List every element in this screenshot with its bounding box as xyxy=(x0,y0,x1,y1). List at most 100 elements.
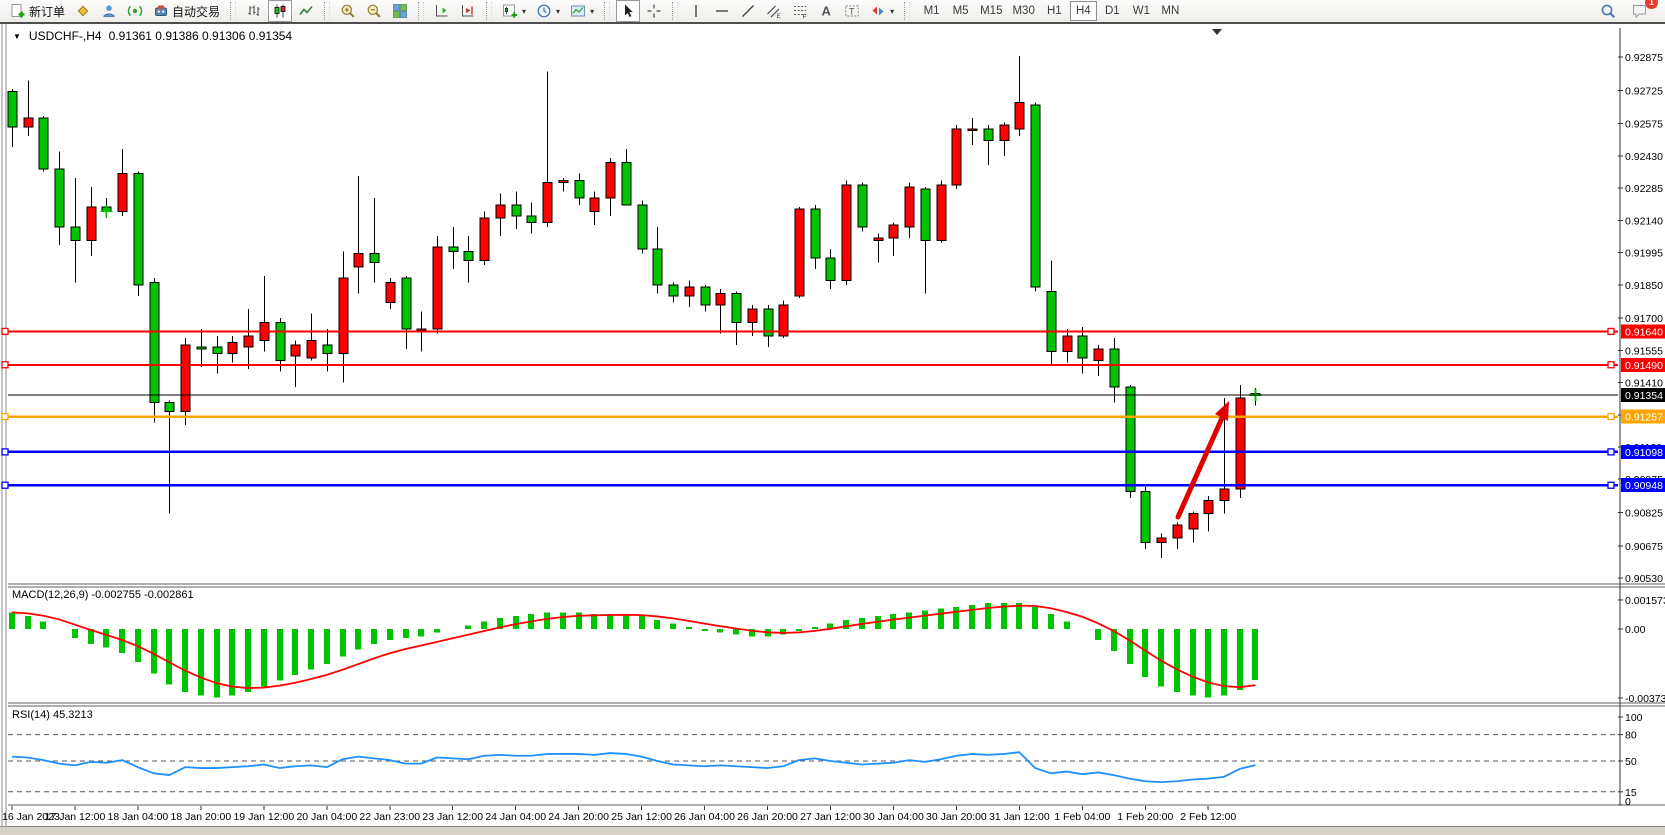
search-button[interactable] xyxy=(1596,0,1620,22)
rsi-pane xyxy=(8,735,1618,792)
cursor-icon xyxy=(620,3,636,19)
cursor-button[interactable] xyxy=(616,0,640,22)
toolbar-grip xyxy=(230,2,236,20)
hline-0.91098[interactable] xyxy=(2,449,1618,455)
svg-text:F: F xyxy=(803,14,807,20)
hline-0.91640[interactable] xyxy=(2,328,1618,334)
dropdown-caret-icon: ▾ xyxy=(590,7,594,16)
svg-text:0.91850: 0.91850 xyxy=(1625,280,1663,292)
toolbar-grip xyxy=(672,2,678,20)
svg-text:0.00: 0.00 xyxy=(1625,624,1646,636)
horizontal-line-button[interactable] xyxy=(710,0,734,22)
dropdown-caret-icon: ▾ xyxy=(556,7,560,16)
price-tag-0.90948: 0.90948 xyxy=(1621,478,1665,492)
zoom-out-icon xyxy=(366,3,382,19)
svg-text:30 Jan 04:00: 30 Jan 04:00 xyxy=(863,811,924,823)
svg-text:0.92430: 0.92430 xyxy=(1625,151,1663,163)
rsi-label: RSI(14) 45.3213 xyxy=(12,709,93,721)
line-chart-button[interactable] xyxy=(294,0,318,22)
templates-button[interactable]: ▾ xyxy=(566,0,598,22)
status-bar xyxy=(0,826,1665,835)
svg-text:20 Jan 04:00: 20 Jan 04:00 xyxy=(296,811,357,823)
new-order-button[interactable]: 新订单 xyxy=(6,0,69,22)
text-label-button[interactable]: T xyxy=(840,0,864,22)
svg-text:100: 100 xyxy=(1625,712,1643,724)
symbol-dropdown-icon[interactable]: ▼ xyxy=(13,32,21,41)
chart-shift-marker[interactable] xyxy=(1212,29,1222,35)
text-icon: A xyxy=(818,3,834,19)
zoom-in-button[interactable] xyxy=(336,0,360,22)
tf-m30-button[interactable]: M30 xyxy=(1008,1,1038,21)
svg-text:A: A xyxy=(822,4,832,19)
crosshair-button[interactable] xyxy=(642,0,666,22)
tf-w1-button[interactable]: W1 xyxy=(1128,1,1155,21)
community-icon xyxy=(101,3,117,19)
equidistant-channel-button[interactable]: E xyxy=(762,0,786,22)
arrows-button[interactable]: ▾ xyxy=(866,0,898,22)
hline-0.90948[interactable] xyxy=(2,482,1618,488)
tf-m1-button[interactable]: M1 xyxy=(918,1,945,21)
tf-h4-button[interactable]: H4 xyxy=(1070,1,1097,21)
fibonacci-button[interactable]: F xyxy=(788,0,812,22)
tf-d1-button[interactable]: D1 xyxy=(1099,1,1126,21)
svg-text:0.90825: 0.90825 xyxy=(1625,508,1663,520)
svg-text:0.91995: 0.91995 xyxy=(1625,248,1663,260)
chart-canvas[interactable]: 0.928750.927250.925750.924300.922850.921… xyxy=(0,0,1665,835)
auto-trading-button[interactable]: 自动交易 xyxy=(149,0,224,22)
hline-icon xyxy=(714,3,730,19)
signals-button[interactable] xyxy=(123,0,147,22)
new-order-label: 新订单 xyxy=(29,3,65,20)
notifications-button[interactable]: 1 xyxy=(1628,0,1652,22)
svg-text:22 Jan 23:00: 22 Jan 23:00 xyxy=(359,811,420,823)
svg-text:0.91640: 0.91640 xyxy=(1625,326,1663,338)
svg-text:2 Feb 12:00: 2 Feb 12:00 xyxy=(1180,811,1236,823)
vline-icon xyxy=(688,3,704,19)
tf-m5-button[interactable]: M5 xyxy=(947,1,974,21)
svg-text:18 Jan 20:00: 18 Jan 20:00 xyxy=(171,811,232,823)
svg-text:0.92140: 0.92140 xyxy=(1625,215,1663,227)
svg-text:31 Jan 12:00: 31 Jan 12:00 xyxy=(989,811,1050,823)
tf-mn-button[interactable]: MN xyxy=(1157,1,1184,21)
equidistant-channel-icon: E xyxy=(766,3,782,19)
svg-text:23 Jan 12:00: 23 Jan 12:00 xyxy=(422,811,483,823)
svg-text:0.91257: 0.91257 xyxy=(1625,412,1663,424)
chart-shift-icon xyxy=(460,3,476,19)
tf-h1-button[interactable]: H1 xyxy=(1041,1,1068,21)
candlestick-chart-button[interactable] xyxy=(268,0,292,22)
svg-text:1 Feb 20:00: 1 Feb 20:00 xyxy=(1117,811,1173,823)
community-button[interactable] xyxy=(97,0,121,22)
hline-0.91257[interactable] xyxy=(2,414,1618,420)
new-order-icon xyxy=(10,3,26,19)
crosshair-icon xyxy=(646,3,662,19)
auto-trading-icon xyxy=(153,3,169,19)
text-button[interactable]: A xyxy=(814,0,838,22)
tf-m15-button[interactable]: M15 xyxy=(976,1,1006,21)
dropdown-caret-icon: ▾ xyxy=(522,7,526,16)
new-chart-icon xyxy=(502,3,518,19)
hline-0.91490[interactable] xyxy=(2,362,1618,368)
vertical-line-button[interactable] xyxy=(684,0,708,22)
line-chart-icon xyxy=(298,3,314,19)
chart-shift-button[interactable] xyxy=(456,0,480,22)
svg-text:0.92575: 0.92575 xyxy=(1625,119,1663,131)
zoom-out-button[interactable] xyxy=(362,0,386,22)
market-watch-button[interactable] xyxy=(71,0,95,22)
svg-text:0.90530: 0.90530 xyxy=(1625,573,1663,585)
new-chart-button[interactable]: ▾ xyxy=(498,0,530,22)
auto-scroll-button[interactable] xyxy=(430,0,454,22)
periods-button[interactable]: ▾ xyxy=(532,0,564,22)
text-label-icon: T xyxy=(844,3,860,19)
svg-text:0.92875: 0.92875 xyxy=(1625,52,1663,64)
svg-text:0.91410: 0.91410 xyxy=(1625,378,1663,390)
tile-windows-button[interactable] xyxy=(388,0,412,22)
toolbar-grip xyxy=(486,2,492,20)
svg-text:26 Jan 04:00: 26 Jan 04:00 xyxy=(674,811,735,823)
macd-pane xyxy=(12,603,1255,697)
svg-text:0.91555: 0.91555 xyxy=(1625,345,1663,357)
svg-text:T: T xyxy=(849,7,855,17)
timeframe-group: M1M5M15M30H1H4D1W1MN xyxy=(917,1,1185,21)
trendline-button[interactable] xyxy=(736,0,760,22)
svg-text:27 Jan 12:00: 27 Jan 12:00 xyxy=(800,811,861,823)
bar-chart-button[interactable] xyxy=(242,0,266,22)
svg-text:0: 0 xyxy=(1625,796,1631,808)
